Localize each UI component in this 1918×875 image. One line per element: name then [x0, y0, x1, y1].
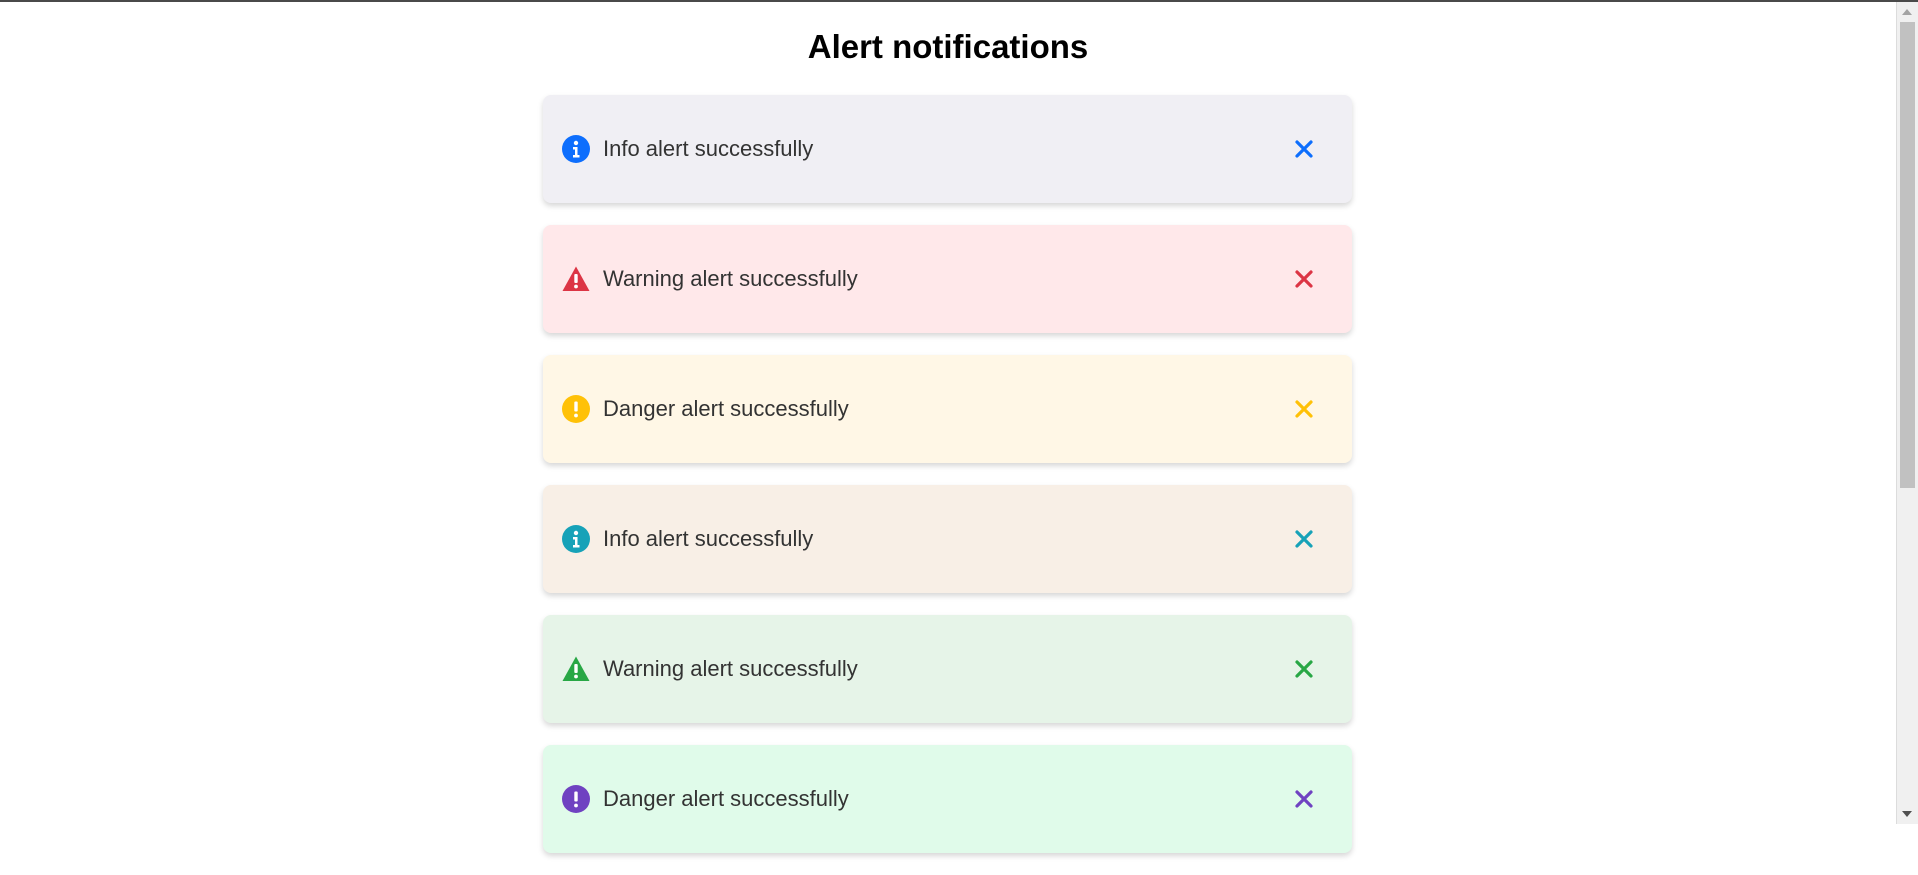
alert-item: Danger alert successfully [543, 745, 1352, 853]
close-button[interactable] [1289, 264, 1319, 294]
close-icon[interactable] [1294, 529, 1314, 549]
vertical-scrollbar[interactable] [1896, 2, 1918, 824]
page: Alert notifications Info alert successfu… [0, 2, 1896, 853]
exclamation-circle-icon [562, 395, 590, 423]
warning-triangle-icon [562, 265, 590, 293]
alert-item: Danger alert successfully [543, 355, 1352, 463]
alert-message: Info alert successfully [603, 526, 814, 551]
close-button[interactable] [1289, 654, 1319, 684]
exclamation-circle-icon [562, 785, 590, 813]
alert-list: Info alert successfully Warning alert su… [543, 95, 1352, 875]
close-icon[interactable] [1294, 139, 1314, 159]
scrollbar-thumb[interactable] [1900, 22, 1915, 488]
close-button[interactable] [1289, 394, 1319, 424]
close-button[interactable] [1289, 784, 1319, 814]
alert-message: Info alert successfully [603, 136, 814, 161]
close-icon[interactable] [1294, 659, 1314, 679]
alert-item: Info alert successfully [543, 485, 1352, 593]
alert-message: Danger alert successfully [603, 786, 849, 811]
info-circle-icon [562, 525, 590, 553]
alert-message: Warning alert successfully [603, 656, 858, 681]
alert-item: Warning alert successfully [543, 615, 1352, 723]
alert-message: Danger alert successfully [603, 396, 849, 421]
scroll-up-arrow-icon[interactable] [1902, 9, 1912, 15]
page-title: Alert notifications [807, 28, 1089, 65]
alert-item: Warning alert successfully [543, 225, 1352, 333]
alert-message: Warning alert successfully [603, 266, 858, 291]
close-button[interactable] [1289, 524, 1319, 554]
close-button[interactable] [1289, 134, 1319, 164]
close-icon[interactable] [1294, 269, 1314, 289]
warning-triangle-icon [562, 655, 590, 683]
close-icon[interactable] [1294, 399, 1314, 419]
alert-item: Info alert successfully [543, 95, 1352, 203]
info-circle-icon [562, 135, 590, 163]
close-icon[interactable] [1294, 789, 1314, 809]
scroll-down-arrow-icon[interactable] [1902, 811, 1912, 817]
